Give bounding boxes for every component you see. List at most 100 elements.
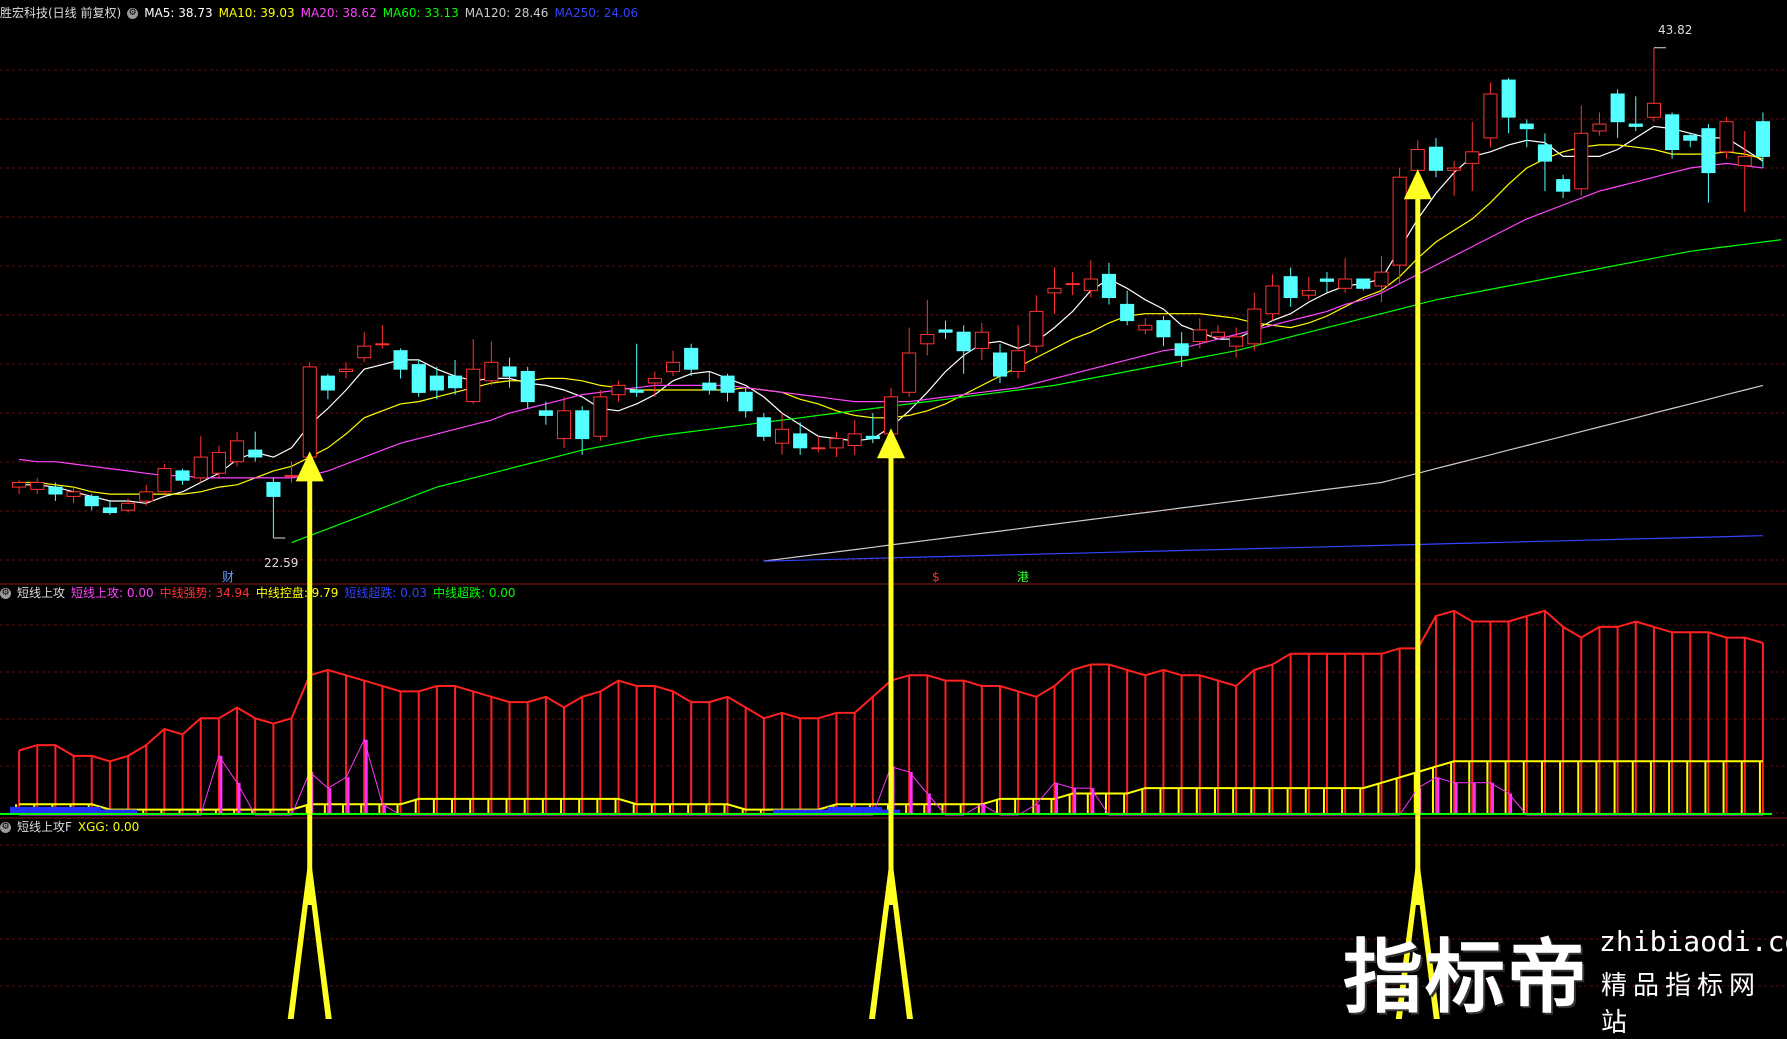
chart-stage: 43.82 22.59 财 $ 港 胜宏科技(日线 前复权) ⚙ MA5: 38.7… [0, 0, 1787, 1038]
buy-signal-arrow [869, 428, 913, 1019]
candle-body-down [684, 347, 699, 370]
candle-body-down [1156, 320, 1171, 338]
candle [1011, 325, 1026, 379]
candle-body-up [1047, 287, 1062, 294]
candle [684, 343, 699, 377]
candle-body-up [1301, 290, 1316, 296]
mid-strong-label: 中线强势: 34.94 [159, 586, 250, 600]
candle-body-down [629, 389, 644, 393]
candle-body-down [865, 435, 880, 440]
candle-body-up [357, 345, 372, 359]
candle-body-up [1338, 278, 1353, 289]
signal-name: 短线上攻F [17, 820, 72, 834]
candle [1683, 133, 1698, 148]
candle [320, 373, 335, 400]
main-panel-header: 胜宏科技(日线 前复权) ⚙ MA5: 38.73 MA10: 39.03 MA20: … [0, 4, 644, 22]
candle [175, 468, 190, 485]
candle [1101, 262, 1117, 305]
candle-body-down [1120, 303, 1135, 322]
indicator-name: 短线上攻 [17, 586, 66, 600]
candle-body-down [956, 331, 971, 352]
candle-body-down [429, 375, 444, 391]
candle-body-up [1065, 283, 1080, 286]
candle-body-up [12, 482, 27, 488]
candle-body-up [1737, 155, 1752, 167]
candle [1338, 258, 1353, 293]
candle-body-down [938, 329, 953, 333]
candle-body-down [575, 410, 590, 440]
candle-body-up [1192, 329, 1207, 342]
candle-body-down [1665, 114, 1680, 151]
candle-body-up [157, 468, 172, 493]
candle [829, 431, 844, 458]
candle [1065, 272, 1080, 296]
candle [1192, 318, 1207, 349]
ma60-label: MA60: 33.13 [382, 6, 459, 20]
candle-body-down [1537, 144, 1553, 162]
candle [1737, 131, 1752, 212]
marker-dollar: $ [932, 570, 940, 584]
candle [393, 348, 408, 379]
candle-body-down [266, 482, 281, 497]
ma120-label: MA120: 28.46 [464, 6, 549, 20]
candle [230, 431, 245, 467]
candle [1265, 274, 1280, 321]
settings-icon[interactable]: ⚙ [0, 588, 11, 599]
candle [1029, 295, 1044, 353]
candle-body-down [702, 382, 717, 391]
candle-body-up [211, 451, 226, 474]
candle-body-down [248, 449, 263, 458]
candle-body-down [1628, 123, 1643, 127]
candle-body-down [1610, 93, 1625, 123]
candle-body-down [1428, 146, 1444, 171]
candle [611, 380, 626, 402]
settings-icon[interactable]: ⚙ [127, 8, 139, 19]
candle-body-down [720, 375, 735, 393]
candle-body-up [775, 428, 790, 444]
low-price-label: 22.59 [264, 556, 298, 570]
watermark-slogan: 精品指标网站 [1601, 971, 1762, 1038]
candle [357, 332, 372, 363]
candle-body-up [1029, 310, 1044, 347]
candle [1229, 327, 1244, 358]
candle-body-up [884, 396, 899, 435]
candle [557, 396, 572, 448]
candle-body-up [1247, 308, 1262, 345]
candle [1247, 292, 1262, 351]
candle [938, 320, 953, 340]
candle-body-up [30, 482, 45, 490]
signal-panel-header: ⚙ 短线上攻F XGG: 0.00 [0, 818, 145, 836]
candle-body-up [1374, 271, 1389, 287]
candle [1646, 47, 1662, 122]
candle-body-up [339, 368, 354, 373]
candle-body-up [66, 491, 81, 497]
candle-body-up [1646, 102, 1662, 118]
candle [248, 431, 263, 462]
candle-body-up [1265, 285, 1280, 315]
ma-line-ma120 [763, 384, 1764, 562]
candle-body-up [1392, 176, 1407, 266]
candle-body-up [902, 352, 917, 393]
ma5-label: MA5: 38.73 [144, 6, 213, 20]
candle [993, 343, 1008, 384]
candle-body-down [1174, 343, 1189, 356]
settings-icon[interactable]: ⚙ [0, 822, 11, 833]
candle [429, 366, 444, 400]
candle [284, 461, 299, 483]
ma-line-ma60 [291, 239, 1782, 544]
candle-body-up [666, 361, 681, 373]
candle-body-up [484, 361, 499, 382]
candle [575, 406, 590, 455]
candle [12, 480, 27, 495]
marker-finance: 财 [222, 570, 234, 584]
candle-body-down [502, 366, 517, 377]
candle-body-up [829, 438, 844, 449]
short-attack-label: 短线上攻: 0.00 [71, 586, 154, 600]
candle-body-up [375, 343, 390, 346]
candle [1047, 267, 1062, 314]
signal-arrowhead [295, 451, 324, 482]
candle-body-up [974, 331, 989, 349]
candle [1519, 119, 1534, 148]
candle [720, 373, 735, 402]
ma-lines [19, 125, 1782, 562]
